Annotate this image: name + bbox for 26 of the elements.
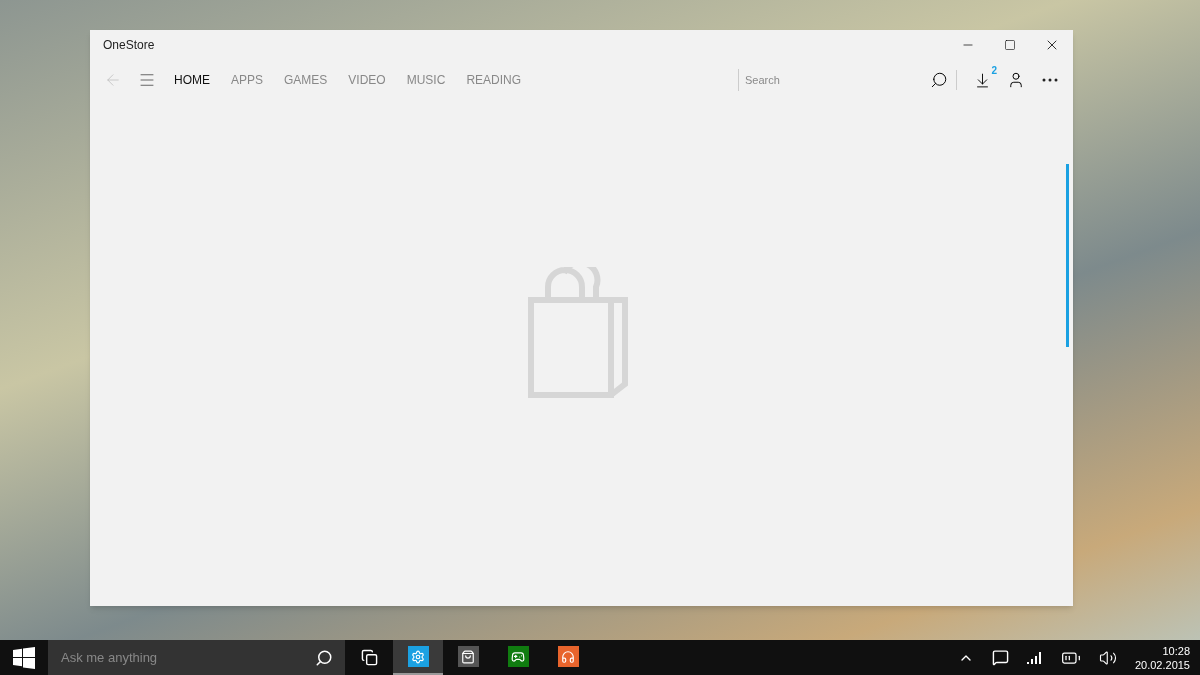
search-icon	[315, 648, 333, 667]
taskbar-search-field[interactable]: Ask me anything	[48, 640, 303, 675]
user-icon	[1007, 71, 1025, 89]
maximize-icon	[1004, 39, 1016, 51]
more-icon	[1042, 78, 1058, 82]
nav-tab[interactable]: VIDEO	[348, 71, 386, 89]
downloads-count: 2	[991, 64, 997, 78]
windows-logo-icon	[13, 646, 35, 669]
clock-time[interactable]: 10:28	[1162, 643, 1190, 658]
shopping-bag-icon	[528, 267, 628, 399]
nav-tab[interactable]: READING	[466, 71, 522, 89]
task-view-icon	[360, 649, 378, 666]
nav-tab[interactable]: MUSIC	[406, 71, 446, 89]
volume-icon[interactable]	[1098, 648, 1117, 667]
search-icon	[930, 71, 948, 89]
nav-tab[interactable]: APPS	[231, 71, 263, 89]
taskbar-app[interactable]	[393, 640, 443, 675]
search-field[interactable]: Search	[738, 69, 928, 91]
nav-tab[interactable]: GAMES	[284, 71, 328, 89]
taskbar-search-button[interactable]	[303, 640, 345, 675]
nav-tab[interactable]: HOME	[174, 71, 210, 89]
notification-icon[interactable]	[991, 649, 1009, 666]
menu-icon	[138, 71, 156, 89]
clock-date[interactable]: 20.02.2015	[1134, 657, 1190, 672]
signal-icon[interactable]	[1026, 651, 1043, 664]
window-title: OneStore	[103, 37, 155, 54]
